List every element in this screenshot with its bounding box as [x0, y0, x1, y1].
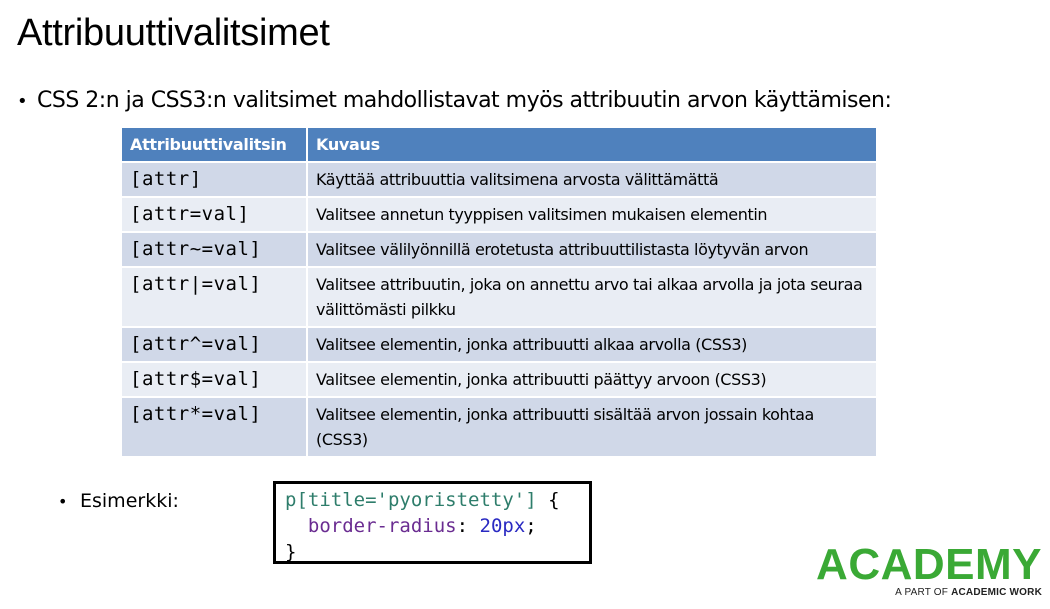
academy-logo: ACADEMY A PART OF ACADEMIC WORK — [816, 540, 1042, 599]
table-row: [attr=val] Valitsee annetun tyyppisen va… — [122, 196, 876, 232]
description-cell: Valitsee annetun tyyppisen valitsimen mu… — [307, 196, 876, 232]
code-open-brace: { — [536, 489, 560, 511]
bullet-icon: • — [58, 492, 68, 511]
selector-cell: [attr|=val] — [122, 266, 308, 327]
code-selector-close: ] — [525, 489, 537, 511]
code-selector-tag: p — [285, 489, 297, 511]
selector-cell: [attr~=val] — [122, 231, 308, 267]
column-header-selector: Attribuuttivalitsin — [122, 128, 308, 162]
table-row: [attr~=val] Valitsee välilyönnillä erote… — [122, 231, 876, 267]
table-row: [attr$=val] Valitsee elementin, jonka at… — [122, 361, 876, 397]
example-bullet: • Esimerkki: — [58, 490, 179, 512]
code-semicolon: ; — [525, 515, 537, 537]
selector-cell: [attr$=val] — [122, 361, 308, 397]
code-selector-open: [title= — [296, 489, 377, 511]
column-header-description: Kuvaus — [307, 128, 876, 162]
description-cell: Valitsee elementin, jonka attribuutti al… — [307, 326, 876, 362]
logo-tagline-prefix: A PART OF — [895, 587, 952, 598]
selector-cell: [attr=val] — [122, 196, 308, 232]
logo-tagline-brand: ACADEMIC WORK — [951, 587, 1042, 598]
selector-cell: [attr*=val] — [122, 396, 308, 456]
table-header-row: Attribuuttivalitsin Kuvaus — [122, 128, 876, 162]
intro-text: CSS 2:n ja CSS3:n valitsimet mahdollista… — [37, 88, 892, 113]
code-value: 20px — [479, 515, 526, 537]
code-colon: : — [456, 515, 469, 537]
bullet-icon: • — [17, 91, 28, 112]
intro-bullet: • CSS 2:n ja CSS3:n valitsimet mahdollis… — [17, 88, 892, 113]
code-selector-value: 'pyoristetty' — [376, 489, 526, 511]
description-cell: Valitsee elementin, jonka attribuutti pä… — [307, 361, 876, 397]
description-cell: Valitsee välilyönnillä erotetusta attrib… — [307, 231, 876, 267]
example-label-text: Esimerkki: — [80, 490, 179, 512]
selector-cell: [attr^=val] — [122, 326, 308, 362]
table-row: [attr|=val] Valitsee attribuutin, joka o… — [122, 266, 876, 327]
table-row: [attr*=val] Valitsee elementin, jonka at… — [122, 396, 876, 456]
code-close-brace: } — [285, 541, 297, 563]
code-example-box: p[title='pyoristetty'] { border-radius: … — [273, 481, 592, 564]
description-cell: Käyttää attribuuttia valitsimena arvosta… — [307, 161, 876, 197]
logo-wordmark: ACADEMY — [816, 540, 1042, 589]
selector-cell: [attr] — [122, 161, 308, 197]
description-cell: Valitsee attribuutin, joka on annettu ar… — [307, 266, 876, 327]
description-cell: Valitsee elementin, jonka attribuutti si… — [307, 396, 876, 456]
table-row: [attr] Käyttää attribuuttia valitsimena … — [122, 161, 876, 197]
attribute-selector-table: Attribuuttivalitsin Kuvaus [attr] Käyttä… — [122, 128, 876, 456]
table-row: [attr^=val] Valitsee elementin, jonka at… — [122, 326, 876, 362]
code-property: border-radius — [307, 515, 457, 537]
slide-title: Attribuuttivalitsimet — [17, 12, 330, 54]
